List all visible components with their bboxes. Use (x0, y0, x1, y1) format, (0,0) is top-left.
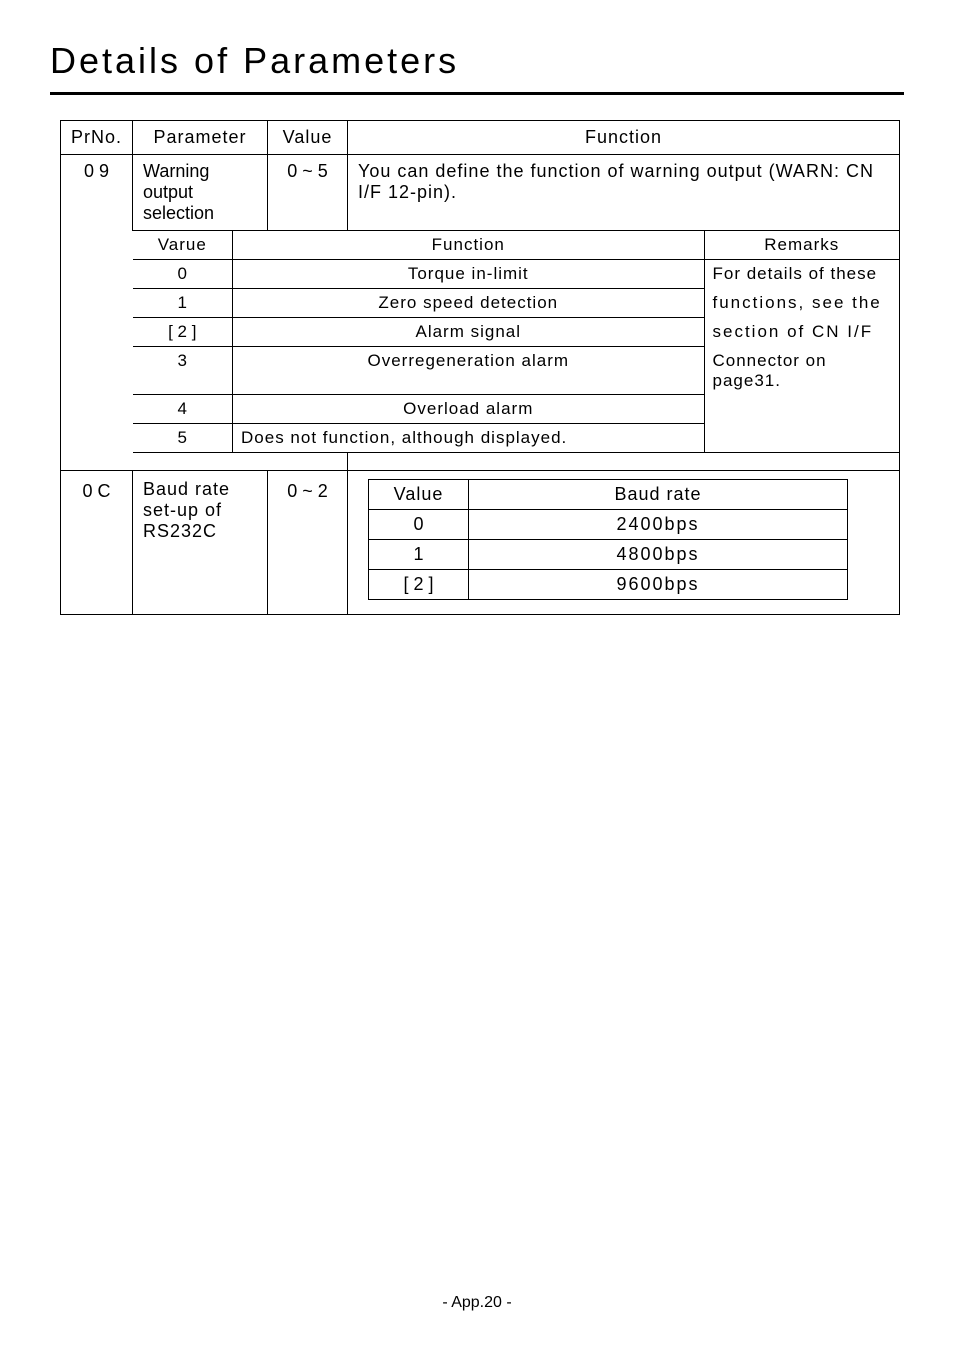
nested-val-1: 1 (133, 289, 233, 318)
nested-func-5: Does not function, although displayed. (233, 424, 704, 453)
nested-val-2: [ 2 ] (133, 318, 233, 347)
nested-row-3: 3 Overregeneration alarm Connector on pa… (133, 347, 899, 395)
nested-func-2: Alarm signal (233, 318, 704, 347)
header-value: Value (268, 121, 348, 155)
nested-val-4: 4 (133, 395, 233, 424)
spacer-left (61, 453, 133, 471)
cell-prno-0C: 0 C (61, 471, 133, 615)
cell-function-0C: Value Baud rate 0 2400bps 1 4800bps [ 2 … (348, 471, 900, 615)
table-row-0C: 0 C Baud rate set-up of RS232C 0 ~ 2 Val… (61, 471, 900, 615)
spacer-right (348, 453, 900, 471)
header-prno: PrNo. (61, 121, 133, 155)
param-line3: RS232C (143, 521, 217, 541)
cell-empty-left (61, 231, 133, 453)
cell-value-09: 0 ~ 5 (268, 155, 348, 231)
nested-row-4: 4 Overload alarm (133, 395, 899, 424)
nested-remarks-empty-4 (704, 395, 899, 424)
nested-val-5: 5 (133, 424, 233, 453)
nested-row-2: [ 2 ] Alarm signal section of CN I/F (133, 318, 899, 347)
cell-parameter-09: Warning output selection (133, 155, 268, 231)
page-title: Details of Parameters (50, 40, 904, 95)
nested-remarks-3: Connector on page31. (704, 347, 899, 395)
param-line2: set-up of (143, 500, 222, 520)
parameters-table: PrNo. Parameter Value Function 0 9 Warni… (60, 120, 900, 615)
warning-output-table: Varue Function Remarks 0 Torque in-limit… (133, 231, 899, 452)
spacer-mid2 (268, 453, 348, 471)
nested-row-0: 0 Torque in-limit For details of these (133, 260, 899, 289)
spacer-mid1 (133, 453, 268, 471)
cell-parameter-0C: Baud rate set-up of RS232C (133, 471, 268, 615)
nested-func-3: Overregeneration alarm (233, 347, 704, 395)
header-parameter: Parameter (133, 121, 268, 155)
baud-row-0: 0 2400bps (369, 510, 848, 540)
baud-val-1: 1 (369, 540, 469, 570)
baud-header-rate: Baud rate (469, 480, 848, 510)
baud-row-2: [ 2 ] 9600bps (369, 570, 848, 600)
nested-val-0: 0 (133, 260, 233, 289)
nested-header-varue: Varue (133, 231, 233, 260)
baud-rate-0: 2400bps (469, 510, 848, 540)
baud-val-0: 0 (369, 510, 469, 540)
cell-nested-warning: Varue Function Remarks 0 Torque in-limit… (133, 231, 900, 453)
nested-row-5: 5 Does not function, although displayed. (133, 424, 899, 453)
table-row-09: 0 9 Warning output selection 0 ~ 5 You c… (61, 155, 900, 231)
baud-header-value: Value (369, 480, 469, 510)
nested-val-3: 3 (133, 347, 233, 395)
nested-header-row: Varue Function Remarks (133, 231, 899, 260)
table-header-row: PrNo. Parameter Value Function (61, 121, 900, 155)
nested-header-remarks: Remarks (704, 231, 899, 260)
nested-remarks-0: For details of these (704, 260, 899, 289)
baud-rate-table: Value Baud rate 0 2400bps 1 4800bps [ 2 … (368, 479, 848, 600)
nested-func-4: Overload alarm (233, 395, 704, 424)
nested-func-1: Zero speed detection (233, 289, 704, 318)
baud-val-2: [ 2 ] (369, 570, 469, 600)
page-footer: - App.20 - (0, 1294, 954, 1312)
nested-func-0: Torque in-limit (233, 260, 704, 289)
cell-function-09: You can define the function of warning o… (348, 155, 900, 231)
nested-row-1: 1 Zero speed detection functions, see th… (133, 289, 899, 318)
baud-rate-1: 4800bps (469, 540, 848, 570)
param-line1: Baud rate (143, 479, 230, 499)
header-function: Function (348, 121, 900, 155)
spacer-row (61, 453, 900, 471)
nested-remarks-empty-5 (704, 424, 899, 453)
nested-header-function: Function (233, 231, 704, 260)
baud-row-1: 1 4800bps (369, 540, 848, 570)
nested-remarks-1: functions, see the (704, 289, 899, 318)
cell-prno-09: 0 9 (61, 155, 133, 231)
baud-rate-2: 9600bps (469, 570, 848, 600)
cell-value-0C: 0 ~ 2 (268, 471, 348, 615)
baud-header-row: Value Baud rate (369, 480, 848, 510)
nested-remarks-2: section of CN I/F (704, 318, 899, 347)
table-row-09-nested: Varue Function Remarks 0 Torque in-limit… (61, 231, 900, 453)
